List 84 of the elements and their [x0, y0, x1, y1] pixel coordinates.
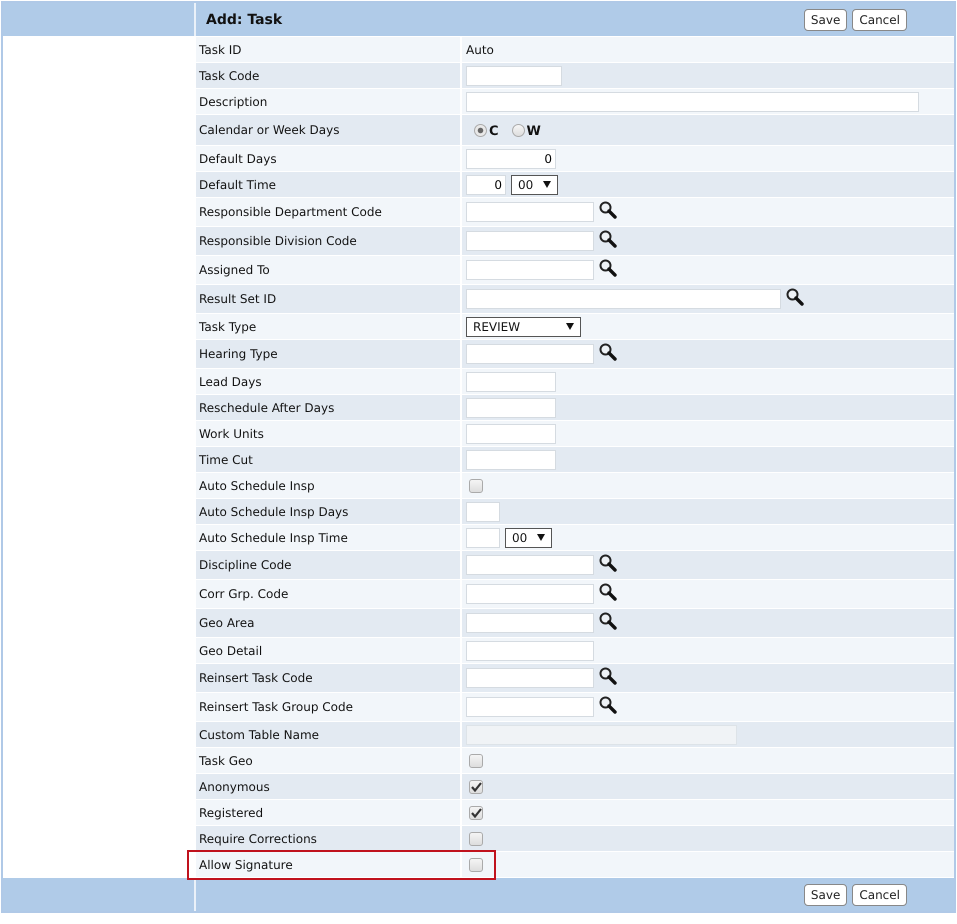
field-label: Time Cut: [199, 452, 253, 466]
dropdown[interactable]: 00: [505, 528, 552, 548]
field-label: Auto Schedule Insp Time: [199, 530, 348, 544]
checkbox[interactable]: [469, 806, 483, 820]
input-field[interactable]: [466, 66, 562, 86]
field-label: Task Geo: [199, 754, 253, 768]
field-label: Responsible Division Code: [199, 234, 357, 248]
field-label: Work Units: [199, 426, 264, 440]
input-field[interactable]: [466, 668, 594, 688]
field-label: Task ID: [199, 42, 242, 56]
input-field[interactable]: [466, 398, 556, 418]
input-field[interactable]: [466, 613, 594, 633]
field-label: Anonymous: [199, 780, 270, 794]
field-label: Default Time: [199, 178, 276, 192]
checkbox[interactable]: [469, 832, 483, 846]
checkbox[interactable]: [469, 754, 483, 768]
search-icon[interactable]: [599, 667, 617, 685]
field-label: Responsible Department Code: [199, 205, 382, 219]
input-field[interactable]: [466, 584, 594, 604]
radio-button[interactable]: [474, 124, 487, 136]
field-label: Geo Area: [199, 616, 254, 630]
form-title: Add: Task: [206, 12, 284, 28]
field-label: Discipline Code: [199, 558, 292, 572]
caret-icon: [537, 534, 545, 541]
search-icon[interactable]: [599, 201, 617, 219]
field-label: Assigned To: [199, 263, 270, 277]
field-label: Reinsert Task Group Code: [199, 700, 353, 714]
save-button[interactable]: Save: [804, 8, 848, 30]
dropdown[interactable]: 00: [511, 174, 558, 194]
input-field[interactable]: [466, 424, 556, 444]
field-label: Geo Detail: [199, 644, 262, 658]
field-label: Reschedule After Days: [199, 400, 334, 414]
field-label: Allow Signature: [199, 858, 293, 872]
input-field[interactable]: [466, 202, 594, 222]
search-icon[interactable]: [599, 696, 617, 714]
field-label: Auto Schedule Insp Days: [199, 504, 348, 518]
field-value: Auto: [466, 42, 494, 56]
radio-label: C: [489, 124, 499, 139]
search-icon[interactable]: [599, 612, 617, 630]
save-button[interactable]: Save: [804, 884, 848, 906]
input-field[interactable]: [466, 260, 594, 280]
field-label: Task Type: [199, 320, 256, 334]
checkbox[interactable]: [469, 780, 483, 794]
field-label: Description: [199, 94, 268, 108]
input-field[interactable]: [466, 372, 556, 392]
search-icon[interactable]: [599, 583, 617, 601]
input-field[interactable]: [466, 697, 594, 717]
caret-icon: [566, 323, 574, 330]
input-field[interactable]: [466, 289, 781, 309]
input-field[interactable]: [466, 344, 594, 364]
field-label: Default Days: [199, 152, 277, 166]
field-label: Result Set ID: [199, 292, 276, 306]
radio-label: W: [526, 124, 541, 139]
cancel-button[interactable]: Cancel: [852, 8, 907, 30]
caret-icon: [543, 181, 551, 188]
search-icon[interactable]: [599, 554, 617, 572]
input-field[interactable]: [466, 555, 594, 575]
field-label: Require Corrections: [199, 832, 317, 846]
field-label: Custom Table Name: [199, 728, 320, 742]
field-label: Corr Grp. Code: [199, 587, 288, 601]
input-field[interactable]: [466, 231, 594, 251]
dropdown[interactable]: REVIEW: [466, 316, 581, 336]
cancel-button[interactable]: Cancel: [852, 884, 907, 906]
search-icon[interactable]: [599, 230, 617, 248]
field-label: Task Code: [199, 68, 260, 82]
field-label: Auto Schedule Insp: [199, 478, 315, 492]
search-icon[interactable]: [599, 259, 617, 277]
field-label: Hearing Type: [199, 347, 278, 361]
input-field[interactable]: [466, 92, 919, 112]
input-field[interactable]: 0: [466, 174, 506, 194]
search-icon[interactable]: [599, 343, 617, 361]
input-field[interactable]: 0: [466, 148, 556, 168]
search-icon[interactable]: [786, 288, 804, 306]
checkbox[interactable]: [469, 858, 483, 872]
field-label: Lead Days: [199, 374, 262, 388]
field-label: Reinsert Task Code: [199, 671, 313, 685]
input-field[interactable]: [466, 640, 594, 660]
checkbox[interactable]: [469, 478, 483, 492]
input-field[interactable]: [466, 528, 500, 548]
field-label: Calendar or Week Days: [199, 123, 340, 137]
input-field[interactable]: [466, 502, 500, 522]
radio-button[interactable]: [512, 124, 525, 136]
field-label: Registered: [199, 806, 264, 820]
input-field[interactable]: [466, 450, 556, 470]
